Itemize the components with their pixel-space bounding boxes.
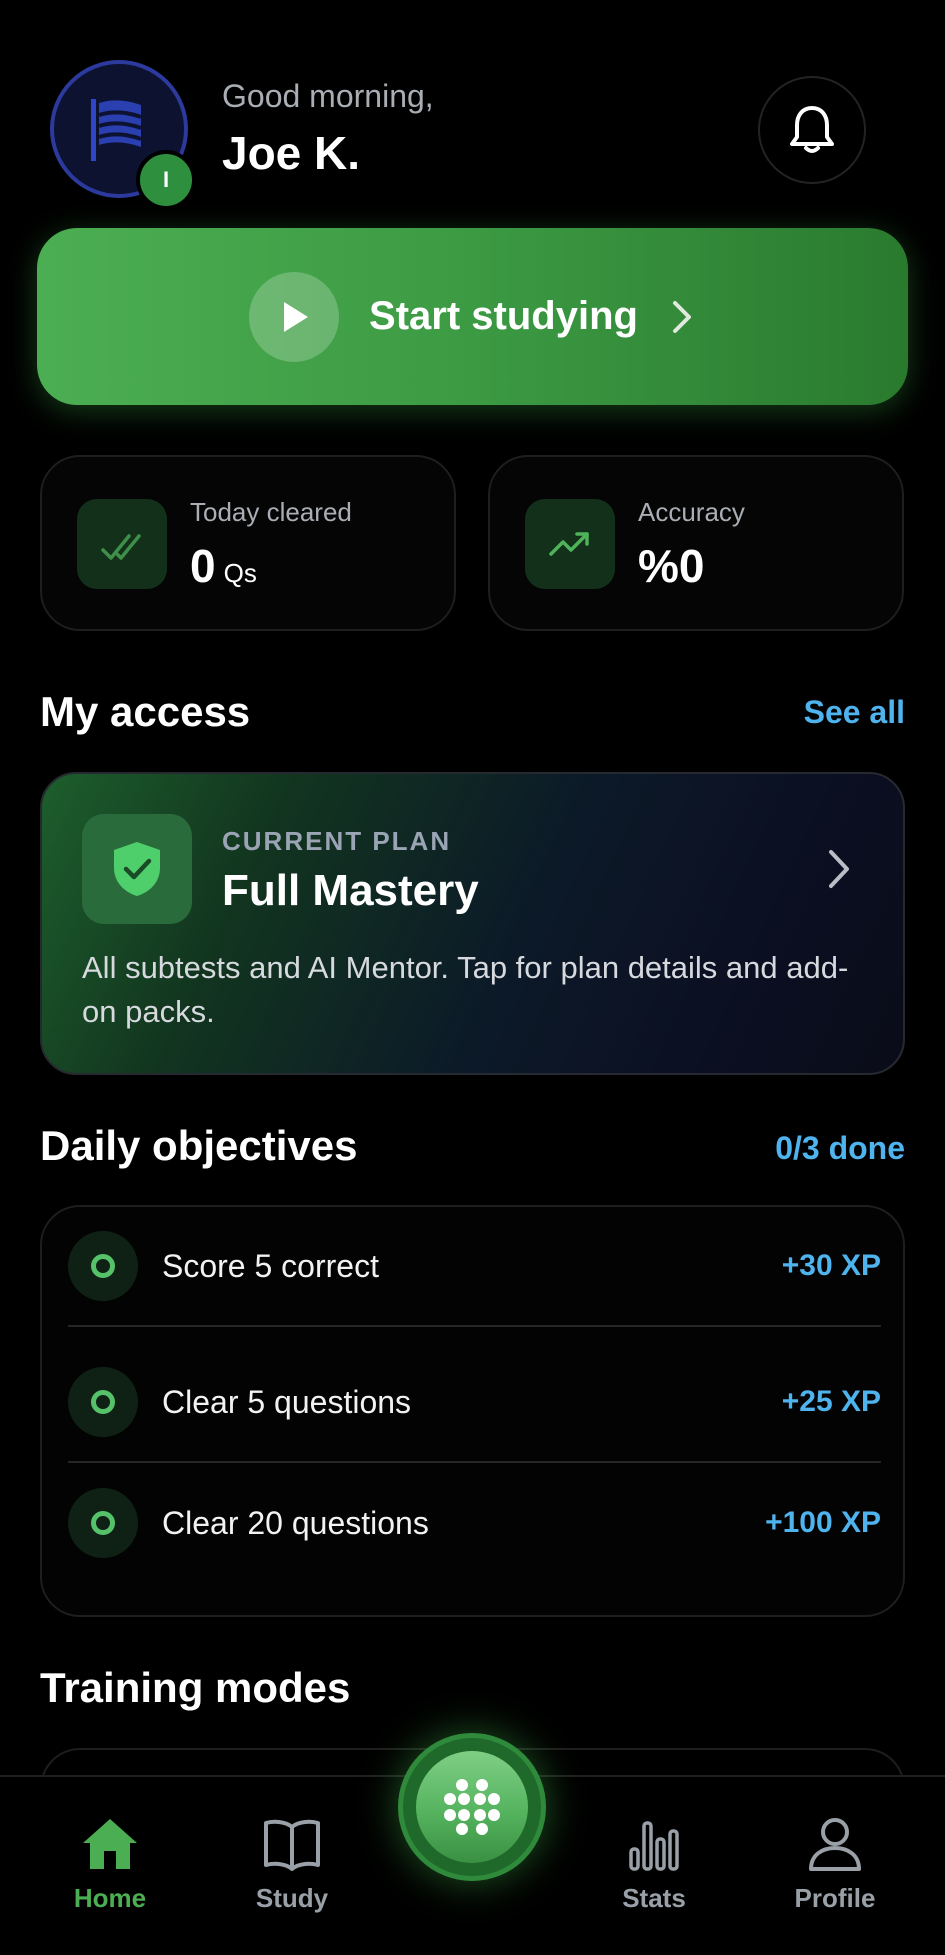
grid-dots-icon bbox=[444, 1779, 500, 1835]
book-icon bbox=[264, 1819, 320, 1871]
training-modes-title: Training modes bbox=[40, 1664, 351, 1711]
start-studying-button[interactable]: Start studying bbox=[37, 228, 908, 405]
today-cleared-label: Today cleared bbox=[190, 497, 352, 527]
objective-status-icon bbox=[68, 1231, 138, 1301]
nav-study-label: Study bbox=[255, 1883, 329, 1913]
play-icon-circle bbox=[249, 271, 340, 362]
home-icon bbox=[83, 1819, 137, 1869]
nav-stats[interactable]: Stats bbox=[584, 1815, 724, 1914]
today-cleared-unit: Qs bbox=[223, 558, 257, 588]
user-name: Joe K. bbox=[222, 127, 361, 179]
double-check-icon bbox=[77, 499, 167, 589]
objective-status-icon bbox=[68, 1367, 138, 1437]
quick-menu-button[interactable] bbox=[398, 1733, 546, 1881]
objective-row[interactable]: Clear 5 questions +25 XP bbox=[68, 1343, 881, 1463]
nav-profile-label: Profile bbox=[794, 1883, 876, 1913]
objective-xp: +25 XP bbox=[781, 1385, 881, 1418]
play-icon bbox=[284, 301, 309, 332]
level-badge: I bbox=[136, 150, 196, 210]
bar-chart-icon bbox=[629, 1821, 679, 1871]
bell-icon bbox=[790, 106, 834, 153]
accuracy-value: %0 bbox=[638, 540, 705, 592]
today-cleared-value: 0 Qs bbox=[190, 540, 257, 592]
today-cleared-card: Today cleared 0 Qs bbox=[40, 455, 456, 631]
start-studying-label: Start studying bbox=[369, 294, 638, 338]
plan-name: Full Mastery bbox=[222, 866, 479, 915]
objective-xp: +100 XP bbox=[765, 1506, 881, 1539]
plan-eyebrow: CURRENT PLAN bbox=[222, 826, 452, 856]
chevron-right-icon bbox=[829, 850, 849, 888]
current-plan-card[interactable]: CURRENT PLAN Full Mastery All subtests a… bbox=[40, 772, 905, 1075]
notifications-button[interactable] bbox=[758, 76, 866, 184]
person-icon bbox=[809, 1818, 861, 1871]
objective-label: Clear 5 questions bbox=[162, 1383, 412, 1420]
greeting-text: Good morning, bbox=[222, 78, 434, 114]
objective-label: Clear 20 questions bbox=[162, 1504, 429, 1541]
objective-xp: +30 XP bbox=[781, 1249, 881, 1282]
objectives-card: Score 5 correct +30 XP Clear 5 questions… bbox=[40, 1205, 905, 1617]
shield-check-icon bbox=[82, 814, 192, 924]
nav-stats-label: Stats bbox=[622, 1883, 686, 1913]
see-all-link[interactable]: See all bbox=[804, 694, 905, 731]
objective-label: Score 5 correct bbox=[162, 1247, 379, 1284]
plan-description: All subtests and AI Mentor. Tap for plan… bbox=[82, 950, 849, 1029]
chevron-right-icon bbox=[672, 300, 691, 333]
daily-objectives-title: Daily objectives bbox=[40, 1122, 358, 1169]
accuracy-card: Accuracy %0 bbox=[488, 455, 904, 631]
nav-home[interactable]: Home bbox=[40, 1815, 180, 1914]
nav-home-label: Home bbox=[73, 1883, 147, 1913]
accuracy-label: Accuracy bbox=[638, 497, 745, 527]
trending-up-icon bbox=[525, 499, 615, 589]
nav-profile[interactable]: Profile bbox=[765, 1815, 905, 1914]
nav-study[interactable]: Study bbox=[222, 1815, 362, 1914]
my-access-title: My access bbox=[40, 688, 251, 735]
objective-status-icon bbox=[68, 1488, 138, 1558]
objective-row[interactable]: Score 5 correct +30 XP bbox=[68, 1207, 881, 1327]
objectives-progress: 0/3 done bbox=[775, 1130, 905, 1166]
objective-row[interactable]: Clear 20 questions +100 XP bbox=[68, 1463, 881, 1583]
